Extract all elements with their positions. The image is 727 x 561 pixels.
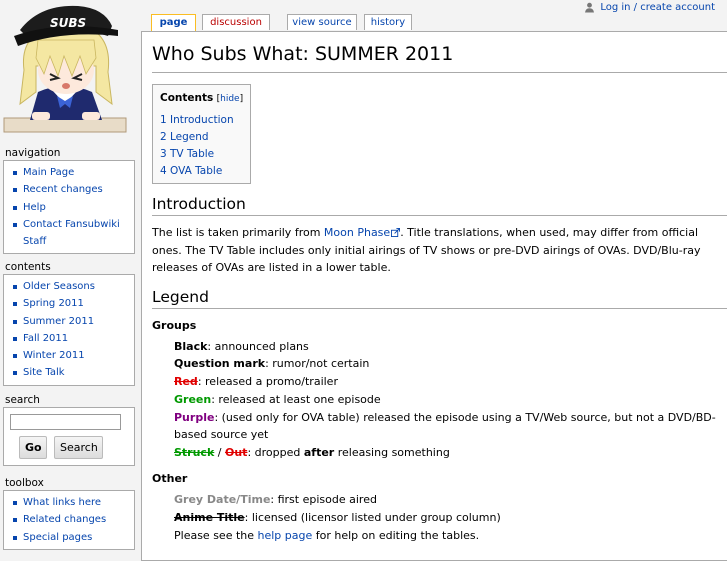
toc-title: Contents [160,92,214,104]
introduction-paragraph: The list is taken primarily from Moon Ph… [152,224,727,277]
toc-item-tv-table[interactable]: 3 TV Table [160,148,214,160]
contents-portlet: contents Older Seasons Spring 2011 Summe… [0,260,135,386]
page-title: Who Subs What: SUMMER 2011 [152,42,727,73]
personal-tools: Log in / create account [584,0,715,14]
search-portlet: search Go Search [0,393,135,466]
contents-winter-2011[interactable]: Winter 2011 [23,350,85,361]
legend-black: Black: announced plans [174,339,309,353]
help-page-link[interactable]: help page [258,529,313,542]
legend-green: Green: released at least one episode [174,392,381,406]
toolbox-what-links-here[interactable]: What links here [23,497,101,508]
logo-cap-text: SUBS [50,16,86,30]
toolbox-title: toolbox [5,477,44,489]
navigation-title: navigation [5,147,61,159]
help-note: Please see the help page for help on edi… [174,528,480,542]
nav-recent-changes[interactable]: Recent changes [23,184,103,195]
legend-purple: Purple: (used only for OVA table) releas… [174,410,716,442]
navigation-portlet: navigation Main Page Recent changes Help… [0,146,135,255]
groups-heading: Groups [152,318,197,332]
legend-red: Red: released a promo/trailer [174,375,338,389]
introduction-heading: Introduction [152,194,727,216]
contents-summer-2011[interactable]: Summer 2011 [23,316,94,327]
toolbox-portlet: toolbox What links here Related changes … [0,476,135,550]
toc-item-ova-table[interactable]: 4 OVA Table [160,165,222,177]
legend-grey-date: Grey Date/Time: first episode aired [174,493,377,507]
legend-struck-out: Struck / Out: dropped after releasing so… [174,446,450,460]
go-button[interactable]: Go [19,436,47,459]
search-button[interactable]: Search [54,436,103,459]
user-icon [585,2,595,12]
toc-item-legend[interactable]: 2 Legend [160,131,209,143]
toolbox-related-changes[interactable]: Related changes [23,514,106,525]
external-link-icon [391,228,401,237]
content-area: Who Subs What: SUMMER 2011 Contents [hid… [141,31,727,561]
tab-page[interactable]: page [151,14,196,32]
contents-site-talk[interactable]: Site Talk [23,367,65,378]
nav-main-page[interactable]: Main Page [23,167,74,178]
contents-fall-2011[interactable]: Fall 2011 [23,333,68,344]
legend-question-mark: Question mark: rumor/not certain [174,357,370,371]
contents-older-seasons[interactable]: Older Seasons [23,281,95,292]
groups-legend-list: Black: announced plans Question mark: ru… [174,338,727,463]
toc-hide-toggle[interactable]: hide [220,94,239,104]
other-legend-list: Grey Date/Time: first episode aired Anim… [174,491,727,544]
site-logo[interactable]: SUBS [0,0,140,140]
legend-heading: Legend [152,287,727,309]
search-title: search [5,394,40,406]
search-input[interactable] [10,414,121,430]
other-heading: Other [152,472,188,486]
login-link[interactable]: Log in / create account [600,2,715,13]
nav-help[interactable]: Help [23,202,46,213]
table-of-contents: Contents [hide] 1 Introduction 2 Legend … [152,84,252,184]
legend-anime-title: Anime Title: licensed (licensor listed u… [174,510,501,524]
moon-phase-link[interactable]: Moon Phase [324,226,390,239]
nav-contact-staff[interactable]: Contact Fansubwiki Staff [23,219,120,247]
tab-view-source[interactable]: view source [287,14,357,30]
tab-history[interactable]: history [364,14,412,30]
logo-mascot-icon: SUBS [3,5,127,133]
toc-item-introduction[interactable]: 1 Introduction [160,114,234,126]
contents-title: contents [5,261,51,273]
contents-spring-2011[interactable]: Spring 2011 [23,298,84,309]
tab-discussion[interactable]: discussion [202,14,270,30]
toolbox-special-pages[interactable]: Special pages [23,532,92,543]
intro-text-start: The list is taken primarily from [152,226,324,239]
